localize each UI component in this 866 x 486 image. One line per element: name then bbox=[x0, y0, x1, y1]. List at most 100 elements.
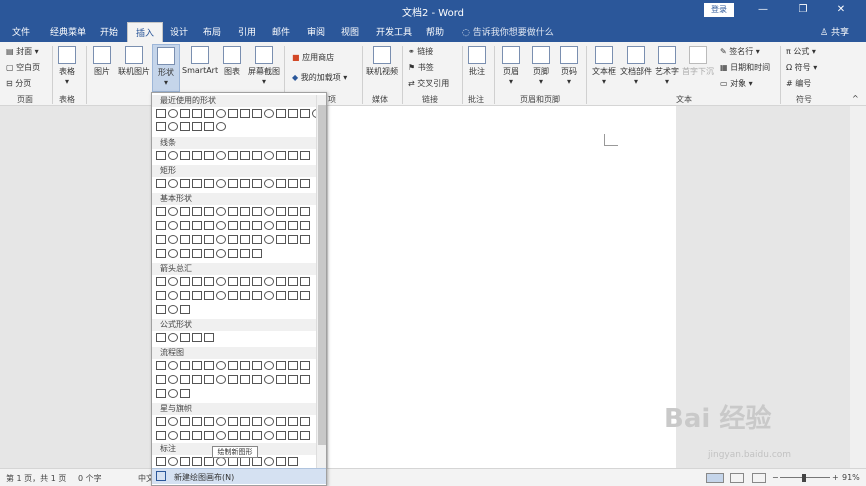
shape-option[interactable] bbox=[216, 151, 226, 160]
shape-option[interactable] bbox=[240, 361, 250, 370]
cross-reference-button[interactable]: ⇄ 交叉引用 bbox=[408, 78, 449, 89]
tab-mailings[interactable]: 邮件 bbox=[272, 25, 290, 38]
shape-option[interactable] bbox=[192, 431, 202, 440]
page-count[interactable]: 第 1 页，共 1 页 bbox=[6, 473, 66, 484]
shape-option[interactable] bbox=[168, 389, 178, 398]
shape-option[interactable] bbox=[240, 249, 250, 258]
shape-option[interactable] bbox=[192, 375, 202, 384]
shape-option[interactable] bbox=[276, 375, 286, 384]
shape-option[interactable] bbox=[204, 207, 214, 216]
shape-option[interactable] bbox=[228, 249, 238, 258]
shape-option[interactable] bbox=[204, 417, 214, 426]
shapes-button[interactable]: 形状 ▾ bbox=[152, 44, 180, 92]
shape-option[interactable] bbox=[252, 417, 262, 426]
shape-option[interactable] bbox=[216, 431, 226, 440]
shape-option[interactable] bbox=[204, 122, 214, 131]
shape-option[interactable] bbox=[180, 333, 190, 342]
tab-layout[interactable]: 布局 bbox=[203, 25, 221, 38]
shape-option[interactable] bbox=[192, 277, 202, 286]
shape-option[interactable] bbox=[264, 207, 274, 216]
minimize-button[interactable]: — bbox=[752, 2, 774, 18]
comment-button[interactable]: 批注 bbox=[466, 46, 488, 77]
shape-option[interactable] bbox=[156, 122, 166, 131]
shape-option[interactable] bbox=[192, 333, 202, 342]
shape-option[interactable] bbox=[216, 221, 226, 230]
shape-option[interactable] bbox=[228, 235, 238, 244]
link-button[interactable]: ⚭ 链接 bbox=[408, 46, 433, 57]
shape-option[interactable] bbox=[156, 207, 166, 216]
shape-option[interactable] bbox=[156, 249, 166, 258]
shape-option[interactable] bbox=[288, 207, 298, 216]
shape-option[interactable] bbox=[180, 375, 190, 384]
shape-option[interactable] bbox=[276, 457, 286, 466]
shape-option[interactable] bbox=[300, 375, 310, 384]
shape-option[interactable] bbox=[180, 361, 190, 370]
numbering-button[interactable]: # 编号 bbox=[786, 78, 811, 89]
shape-option[interactable] bbox=[252, 375, 262, 384]
table-button[interactable]: 表格 ▾ bbox=[57, 46, 77, 86]
online-pictures-button[interactable]: 联机图片 bbox=[116, 46, 152, 77]
collapse-ribbon-icon[interactable]: ^ bbox=[852, 94, 859, 103]
smartart-button[interactable]: SmartArt bbox=[182, 46, 218, 75]
shape-option[interactable] bbox=[264, 151, 274, 160]
share-button[interactable]: ♙ 共享 bbox=[820, 25, 849, 38]
shape-option[interactable] bbox=[204, 291, 214, 300]
shape-option[interactable] bbox=[276, 207, 286, 216]
shape-option[interactable] bbox=[276, 179, 286, 188]
shape-option[interactable] bbox=[252, 291, 262, 300]
shape-option[interactable] bbox=[168, 431, 178, 440]
shape-option[interactable] bbox=[168, 375, 178, 384]
shape-option[interactable] bbox=[156, 417, 166, 426]
shape-option[interactable] bbox=[192, 249, 202, 258]
shape-option[interactable] bbox=[156, 361, 166, 370]
shape-option[interactable] bbox=[156, 333, 166, 342]
shape-option[interactable] bbox=[180, 207, 190, 216]
shape-option[interactable] bbox=[156, 375, 166, 384]
screenshot-button[interactable]: 屏幕截图 ▾ bbox=[248, 46, 280, 86]
shape-option[interactable] bbox=[240, 151, 250, 160]
shape-option[interactable] bbox=[288, 417, 298, 426]
shape-option[interactable] bbox=[180, 431, 190, 440]
shape-option[interactable] bbox=[180, 417, 190, 426]
shape-option[interactable] bbox=[156, 389, 166, 398]
shape-option[interactable] bbox=[192, 221, 202, 230]
shape-option[interactable] bbox=[276, 277, 286, 286]
shape-option[interactable] bbox=[156, 431, 166, 440]
shape-option[interactable] bbox=[180, 291, 190, 300]
web-layout-icon[interactable] bbox=[752, 473, 766, 483]
shape-option[interactable] bbox=[168, 291, 178, 300]
shape-option[interactable] bbox=[252, 277, 262, 286]
shape-option[interactable] bbox=[300, 277, 310, 286]
zoom-slider-thumb[interactable] bbox=[802, 474, 806, 482]
shape-option[interactable] bbox=[228, 457, 238, 466]
shape-option[interactable] bbox=[168, 457, 178, 466]
shape-option[interactable] bbox=[240, 431, 250, 440]
tab-view[interactable]: 视图 bbox=[341, 25, 359, 38]
shape-option[interactable] bbox=[204, 333, 214, 342]
shape-option[interactable] bbox=[216, 457, 226, 466]
shape-option[interactable] bbox=[264, 417, 274, 426]
shape-option[interactable] bbox=[180, 457, 190, 466]
shape-option[interactable] bbox=[216, 277, 226, 286]
tab-references[interactable]: 引用 bbox=[238, 25, 256, 38]
object-button[interactable]: ▭ 对象 ▾ bbox=[720, 78, 753, 89]
shape-option[interactable] bbox=[192, 122, 202, 131]
shape-option[interactable] bbox=[264, 179, 274, 188]
shape-option[interactable] bbox=[264, 361, 274, 370]
shape-option[interactable] bbox=[180, 109, 190, 118]
shape-option[interactable] bbox=[240, 221, 250, 230]
shape-option[interactable] bbox=[180, 151, 190, 160]
shape-option[interactable] bbox=[156, 179, 166, 188]
store-button[interactable]: ■ 应用商店 bbox=[292, 52, 334, 63]
shape-option[interactable] bbox=[192, 179, 202, 188]
shape-option[interactable] bbox=[240, 291, 250, 300]
shape-option[interactable] bbox=[204, 179, 214, 188]
shape-option[interactable] bbox=[276, 431, 286, 440]
shape-option[interactable] bbox=[264, 277, 274, 286]
shape-option[interactable] bbox=[156, 305, 166, 314]
shape-option[interactable] bbox=[168, 417, 178, 426]
shape-option[interactable] bbox=[228, 207, 238, 216]
dropdown-scroll-thumb[interactable] bbox=[318, 105, 326, 445]
shape-option[interactable] bbox=[288, 361, 298, 370]
new-canvas-menu-item[interactable]: 新建绘图画布(N) bbox=[152, 468, 326, 484]
